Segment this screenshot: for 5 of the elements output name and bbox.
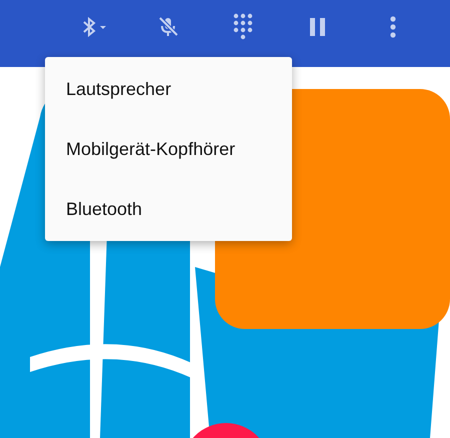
pause-icon	[308, 18, 326, 36]
menu-item[interactable]: Bluetooth	[45, 179, 292, 239]
more-icon	[388, 16, 396, 38]
menu-item[interactable]: Mobilgerät-Kopfhörer	[45, 119, 292, 179]
menu-item[interactable]: Lautsprecher	[45, 59, 292, 119]
